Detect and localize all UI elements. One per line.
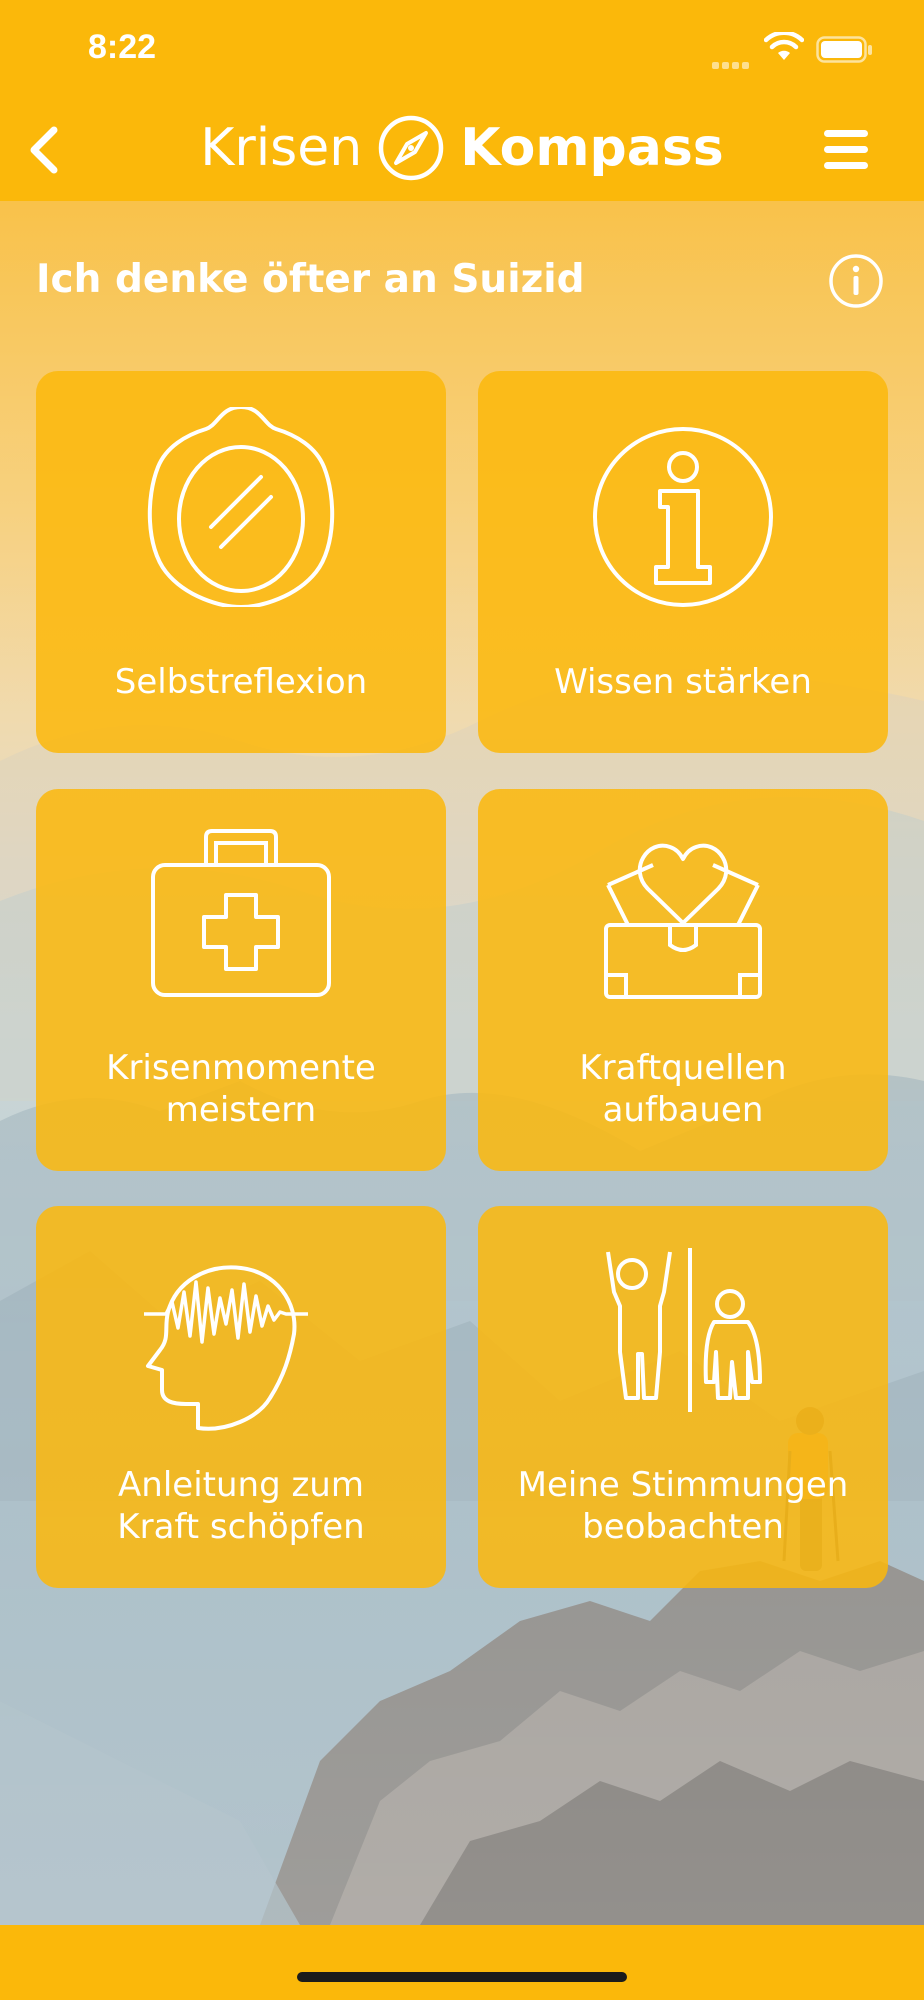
tile-label-line2: beobachten bbox=[582, 1507, 784, 1547]
info-icon bbox=[593, 427, 773, 607]
tile-krisenmomente-meistern[interactable]: Krisenmomente meistern bbox=[36, 789, 446, 1171]
bottom-bar bbox=[0, 1925, 924, 2000]
compass-icon bbox=[378, 115, 444, 181]
tile-label: Meine Stimmungen beobachten bbox=[478, 1464, 888, 1548]
status-bar: 8:22 bbox=[0, 0, 924, 100]
tile-label-line1: Anleitung zum bbox=[118, 1465, 364, 1505]
mirror-icon bbox=[147, 407, 335, 607]
tile-stimmungen-beobachten[interactable]: Meine Stimmungen beobachten bbox=[478, 1206, 888, 1588]
brand-text-light: Krisen bbox=[200, 118, 363, 178]
hamburger-menu-icon[interactable] bbox=[818, 122, 874, 178]
cellular-signal-icon bbox=[712, 54, 752, 73]
first-aid-kit-icon bbox=[151, 829, 331, 997]
brand-text-bold: Kompass bbox=[460, 118, 724, 178]
status-time: 8:22 bbox=[88, 28, 157, 66]
section-title: Ich denke öfter an Suizid bbox=[36, 257, 585, 302]
tile-label-line2: Kraft schöpfen bbox=[117, 1507, 365, 1547]
info-circle-icon[interactable] bbox=[826, 251, 886, 311]
tile-label-line1: Krisenmomente bbox=[106, 1048, 376, 1088]
wifi-icon bbox=[764, 32, 804, 60]
tile-label-line2: aufbauen bbox=[602, 1090, 764, 1130]
heart-box-icon bbox=[604, 843, 762, 999]
tile-selbstreflexion[interactable]: Selbstreflexion bbox=[36, 371, 446, 753]
tile-kraftquellen-aufbauen[interactable]: Kraftquellen aufbauen bbox=[478, 789, 888, 1171]
tile-label: Selbstreflexion bbox=[114, 662, 368, 702]
tile-label: Krisenmomente meistern bbox=[36, 1047, 446, 1131]
tile-label-line2: meistern bbox=[165, 1090, 317, 1130]
tile-label-line1: Meine Stimmungen bbox=[517, 1465, 849, 1505]
tile-label-line1: Kraftquellen bbox=[579, 1048, 787, 1088]
home-indicator[interactable] bbox=[297, 1972, 627, 1982]
head-waves-icon bbox=[144, 1265, 308, 1431]
tile-anleitung-kraft-schoepfen[interactable]: Anleitung zum Kraft schöpfen bbox=[36, 1206, 446, 1588]
mood-figures-icon bbox=[606, 1248, 762, 1412]
battery-icon bbox=[816, 36, 872, 63]
tile-wissen-staerken[interactable]: Wissen stärken bbox=[478, 371, 888, 753]
tile-label: Kraftquellen aufbauen bbox=[478, 1047, 888, 1131]
tile-label: Wissen stärken bbox=[554, 662, 812, 702]
app-logo: Krisen Kompass bbox=[0, 108, 924, 188]
tile-label: Anleitung zum Kraft schöpfen bbox=[36, 1464, 446, 1548]
main-content: Ich denke öfter an Suizid Selbstreflexio… bbox=[0, 201, 924, 1925]
